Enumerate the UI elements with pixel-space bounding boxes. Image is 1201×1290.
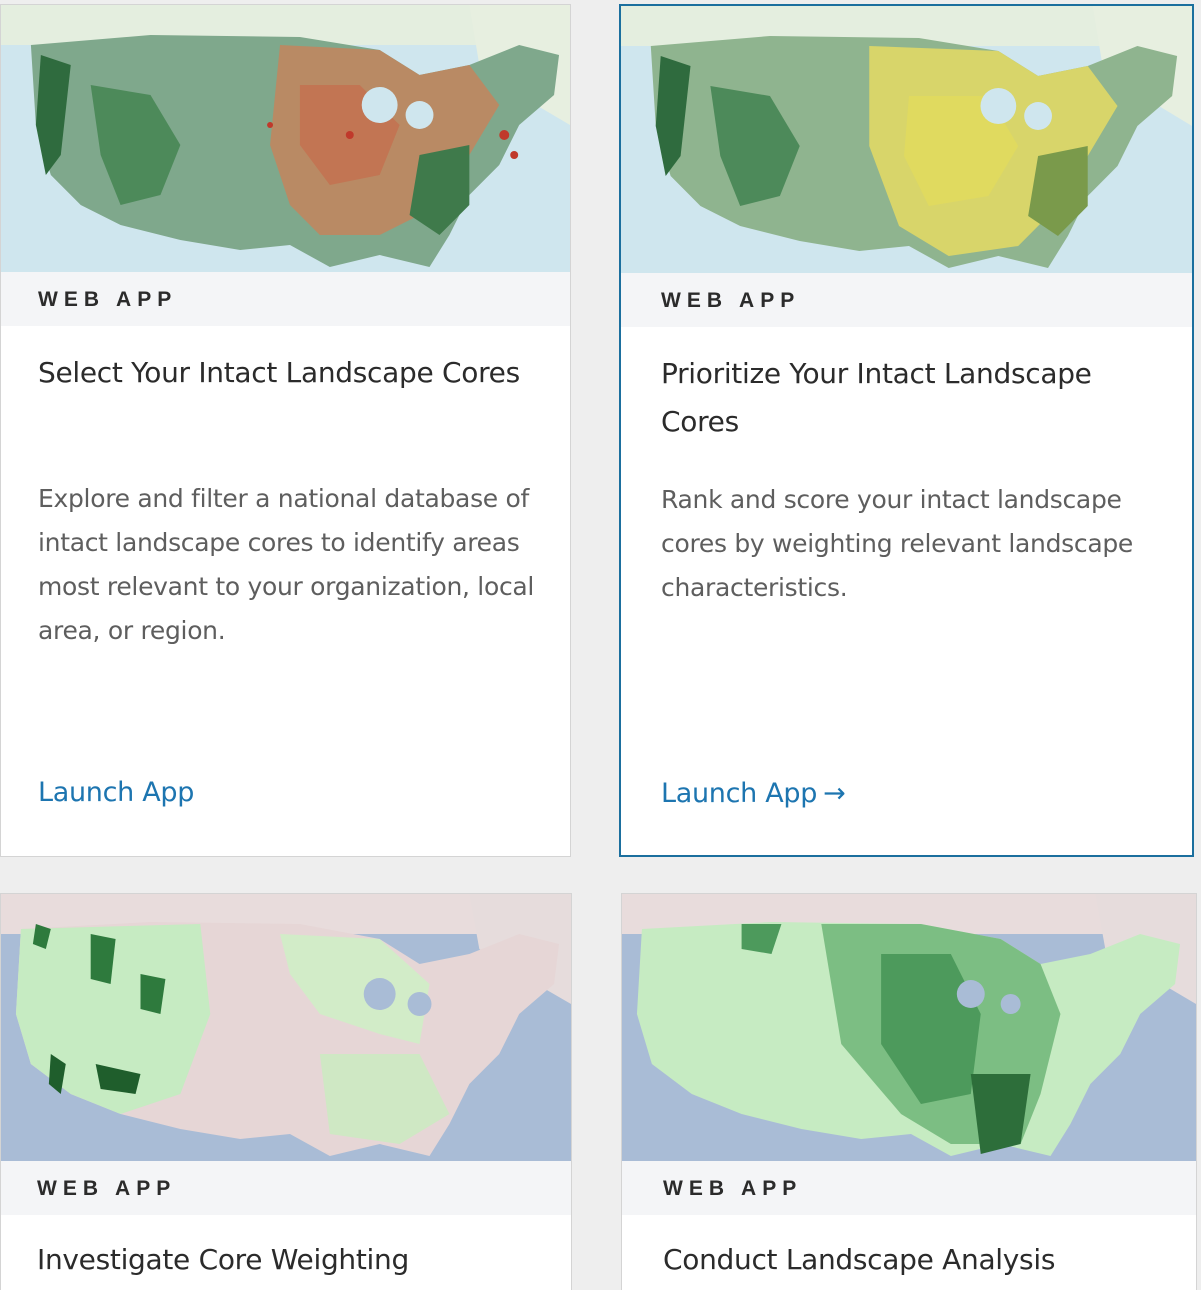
card-title[interactable]: Conduct Landscape Analysis [663,1236,1163,1284]
app-card-prioritize-cores[interactable]: WEB APP Prioritize Your Intact Landscape… [619,4,1194,857]
card-title[interactable]: Select Your Intact Landscape Cores [38,349,538,397]
launch-app-label: Launch App [661,778,818,809]
app-card-select-cores[interactable]: WEB APP Select Your Intact Landscape Cor… [0,4,571,857]
app-card-landscape-analysis[interactable]: WEB APP Conduct Landscape Analysis [621,893,1197,1290]
card-description: Explore and filter a national database o… [38,484,535,645]
launch-app-link[interactable]: Launch App [38,777,194,808]
map-thumbnail-landscape-cores[interactable] [1,5,570,272]
map-thumbnail-core-weighting[interactable] [1,894,571,1161]
arrow-right-icon: → [823,778,846,809]
card-type-label: WEB APP [663,1177,803,1200]
card-type-label: WEB APP [38,288,178,311]
card-description: Rank and score your intact landscape cor… [661,485,1133,602]
card-type-label: WEB APP [37,1177,177,1200]
map-thumbnail-prioritized-cores[interactable] [621,6,1192,273]
card-title[interactable]: Investigate Core Weighting [37,1236,537,1284]
launch-app-link[interactable]: Launch App → [661,778,846,809]
map-thumbnail-landscape-analysis[interactable] [622,894,1196,1161]
card-type-label: WEB APP [661,289,801,312]
app-card-core-weighting[interactable]: WEB APP Investigate Core Weighting [0,893,572,1290]
launch-app-label: Launch App [38,777,195,808]
card-title[interactable]: Prioritize Your Intact Landscape Cores [661,350,1171,446]
